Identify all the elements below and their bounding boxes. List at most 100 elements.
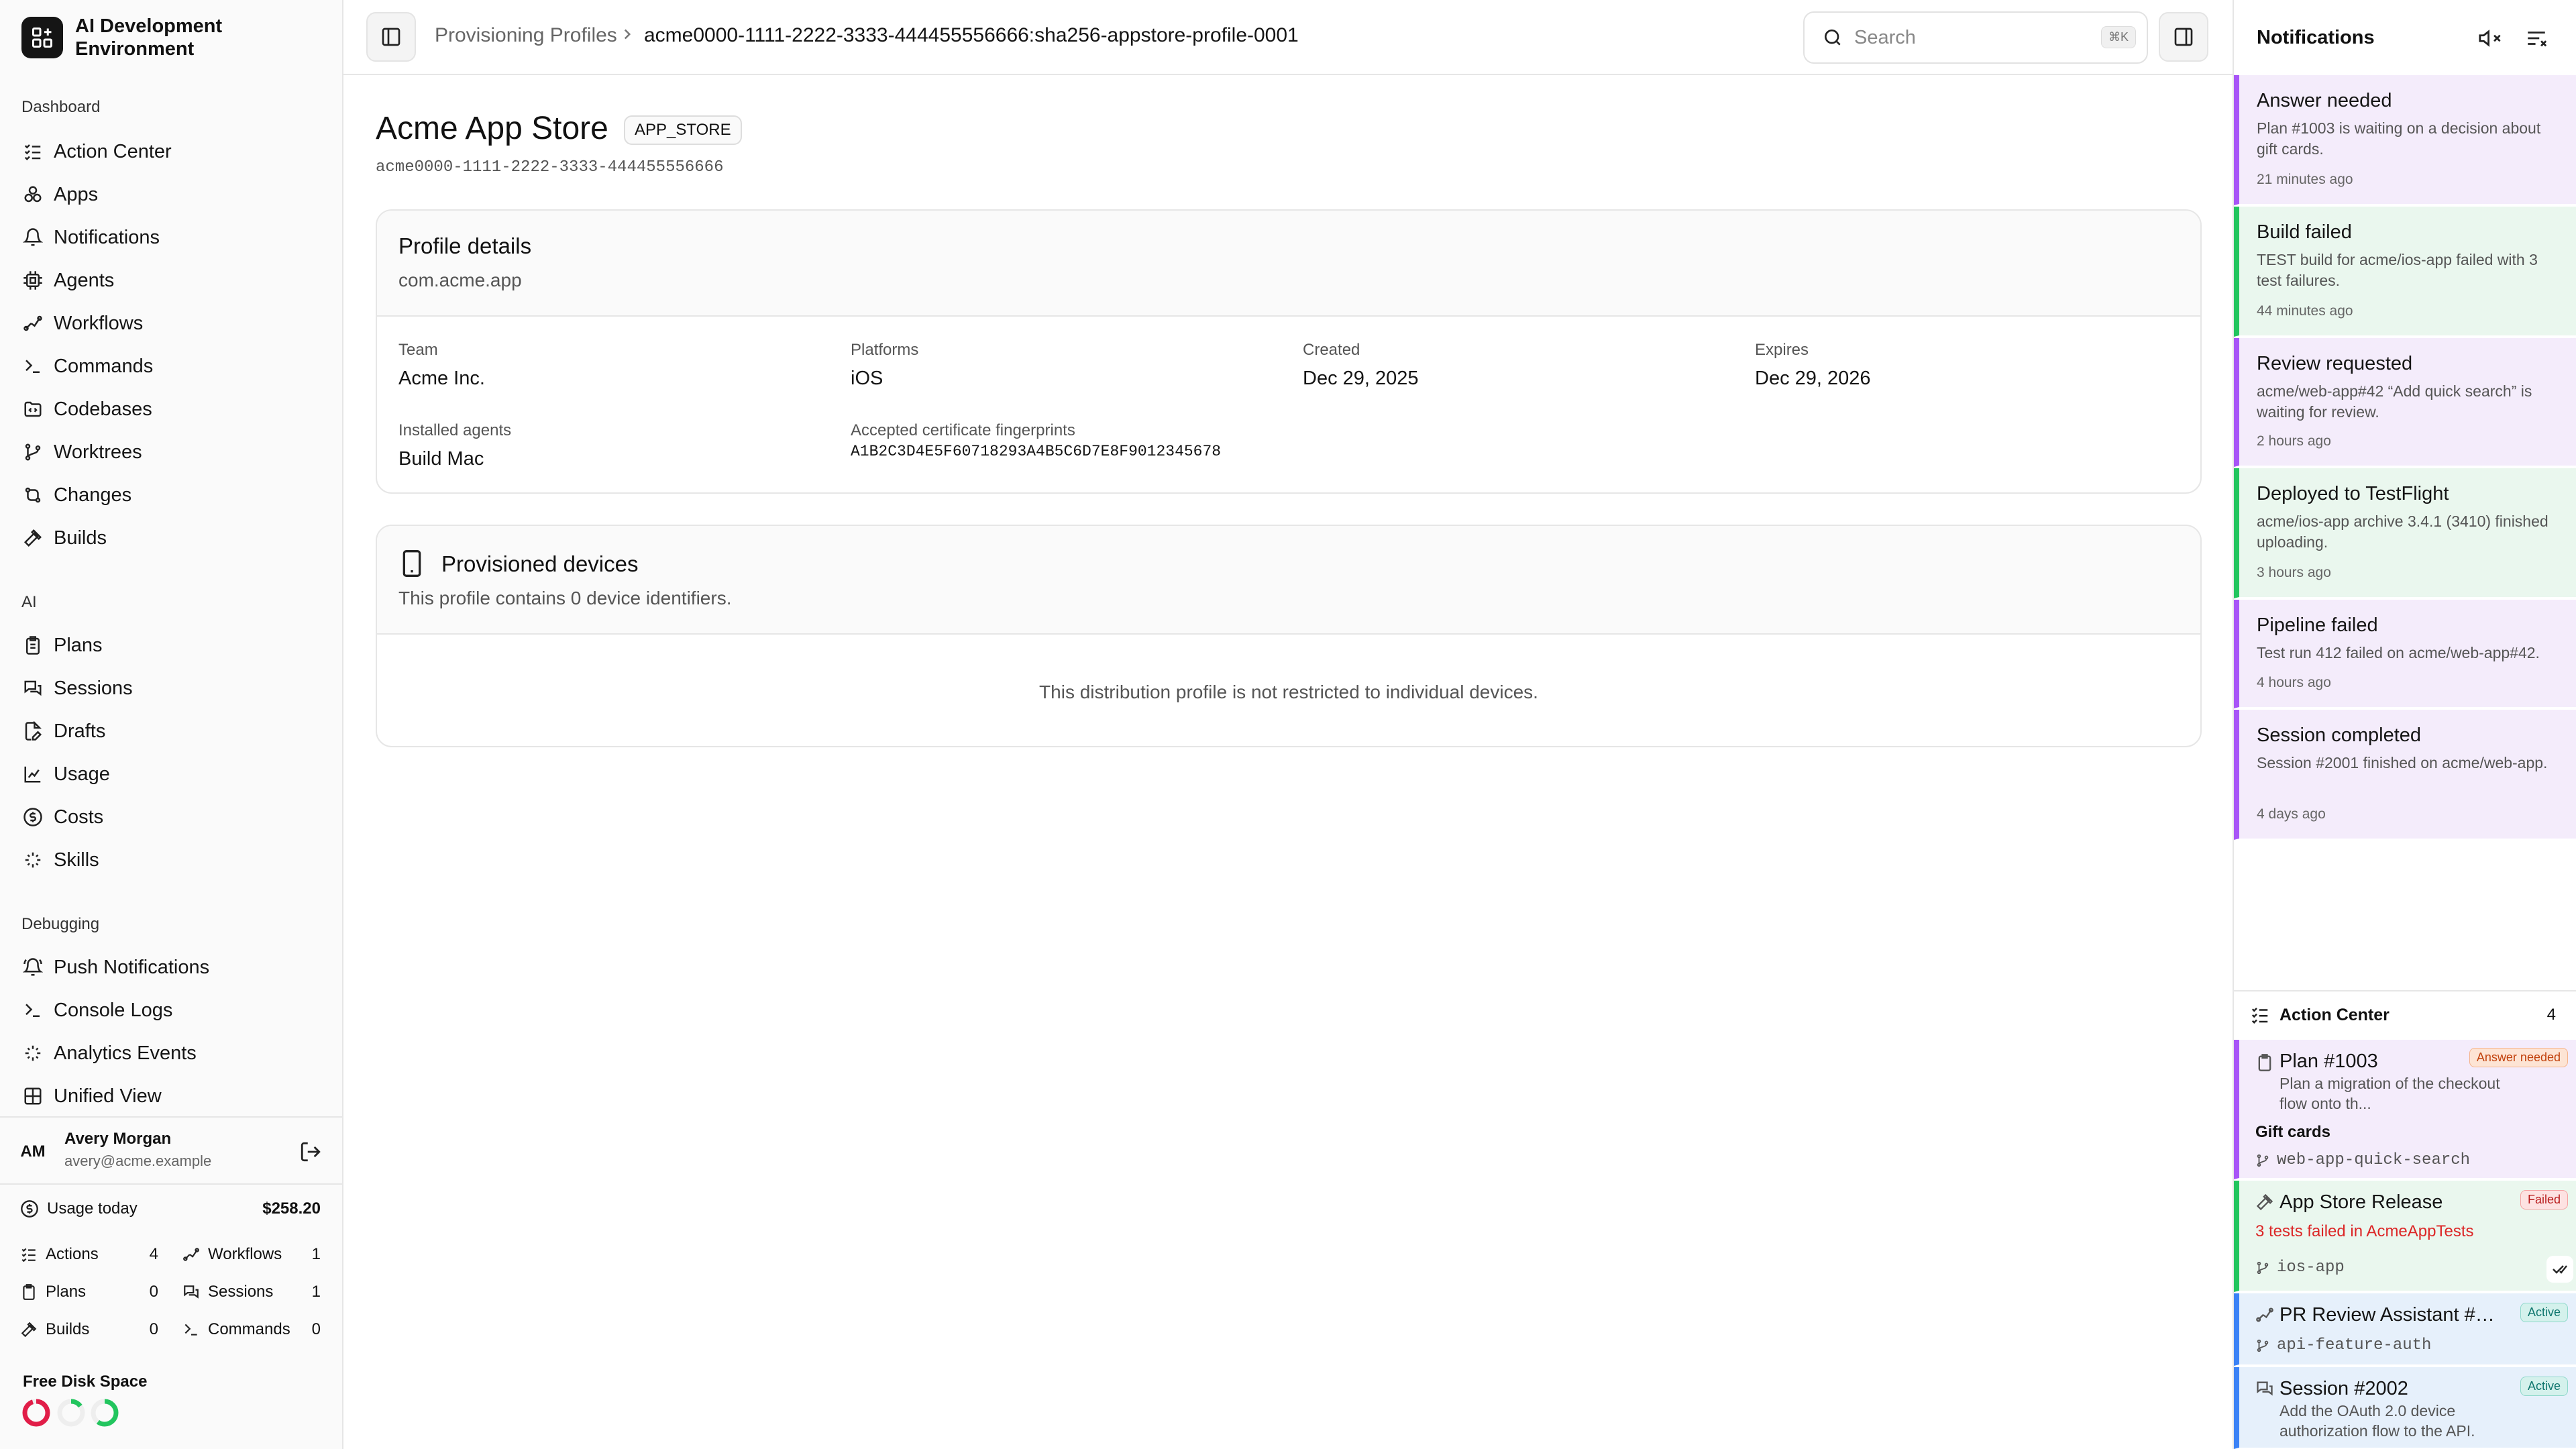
stat-actions[interactable]: Actions 4 <box>20 1245 158 1264</box>
sidebar-item-codebases[interactable]: Codebases <box>21 389 323 429</box>
stat-builds[interactable]: Builds 0 <box>20 1320 158 1339</box>
action-item-plan[interactable]: Plan #1003 Answer needed Plan a migratio… <box>2234 1040 2576 1179</box>
toggle-right-panel-button[interactable] <box>2159 12 2208 62</box>
branch-label: api-feature-auth <box>2255 1336 2431 1354</box>
empty-state-text: This distribution profile is not restric… <box>1039 682 1538 702</box>
status-badge: Answer needed <box>2469 1048 2568 1067</box>
sidebar-item-label: Analytics Events <box>54 1042 197 1064</box>
branch-label: ios-app <box>2255 1258 2345 1277</box>
notification-time: 44 minutes ago <box>2257 303 2353 319</box>
stat-sessions[interactable]: Sessions 1 <box>182 1283 321 1301</box>
search-shortcut: ⌘K <box>2100 26 2136 48</box>
sidebar-item-push-notifications[interactable]: Push Notifications <box>21 947 323 987</box>
notification-item[interactable]: Build failed TEST build for acme/ios-app… <box>2234 207 2576 337</box>
toggle-sidebar-button[interactable] <box>366 12 416 62</box>
main-content: Acme App Store APP_STORE acme0000-1111-2… <box>343 75 2233 1449</box>
stat-commands[interactable]: Commands 0 <box>182 1320 321 1339</box>
notification-body: acme/web-app#42 “Add quick search” is wa… <box>2257 382 2532 421</box>
logout-icon[interactable] <box>299 1140 322 1163</box>
search-input[interactable]: Search ⌘K <box>1803 11 2148 64</box>
sidebar: AI Development Environment Dashboard Act… <box>0 0 343 1449</box>
team-value: Acme Inc. <box>398 368 485 389</box>
agents-value: Build Mac <box>398 448 484 470</box>
chat-icon <box>182 1283 201 1301</box>
notification-item[interactable]: Pipeline failed Test run 412 failed on a… <box>2234 600 2576 708</box>
sidebar-item-sessions[interactable]: Sessions <box>21 668 323 708</box>
card-header: Provisioned devices This profile contain… <box>377 526 2200 635</box>
sidebar-item-worktrees[interactable]: Worktrees <box>21 432 323 472</box>
sidebar-item-action-center[interactable]: Action Center <box>21 131 323 172</box>
action-item-question: Gift cards <box>2255 1123 2331 1141</box>
sidebar-item-usage[interactable]: Usage <box>21 754 323 794</box>
expires-label: Expires <box>1755 341 1809 359</box>
sidebar-item-commands[interactable]: Commands <box>21 346 323 386</box>
sidebar-item-agents[interactable]: Agents <box>21 260 323 301</box>
device-icon <box>398 549 425 578</box>
action-item-build[interactable]: App Store Release Failed 3 tests failed … <box>2234 1181 2576 1292</box>
mute-icon[interactable] <box>2478 27 2501 50</box>
mark-done-icon[interactable] <box>2546 1256 2573 1283</box>
sidebar-item-label: Drafts <box>54 720 106 742</box>
workflow-icon <box>21 312 44 335</box>
sidebar-item-label: Unified View <box>54 1085 162 1107</box>
branch-name: api-feature-auth <box>2277 1336 2432 1354</box>
sidebar-item-analytics-events[interactable]: Analytics Events <box>21 1033 323 1073</box>
sidebar-item-plans[interactable]: Plans <box>21 625 323 665</box>
sidebar-item-costs[interactable]: Costs <box>21 797 323 837</box>
sidebar-item-notifications[interactable]: Notifications <box>21 217 323 258</box>
action-item-workflow[interactable]: PR Review Assistant #4... Active api-fea… <box>2234 1293 2576 1366</box>
chat-icon <box>2255 1379 2274 1398</box>
app-name: AI Development Environment <box>75 15 223 60</box>
sidebar-item-drafts[interactable]: Drafts <box>21 711 323 751</box>
notification-item[interactable]: Session completed Session #2001 finished… <box>2234 710 2576 840</box>
action-item-desc: 3 tests failed in AcmeAppTests <box>2255 1222 2474 1240</box>
branch-name: ios-app <box>2277 1258 2345 1277</box>
sidebar-item-console-logs[interactable]: Console Logs <box>21 990 323 1030</box>
status-badge: Failed <box>2520 1190 2568 1210</box>
profile-id: acme0000-1111-2222-3333-444455556666 <box>376 158 724 176</box>
stat-label: Actions <box>46 1245 99 1263</box>
sidebar-item-apps[interactable]: Apps <box>21 174 323 215</box>
notification-item[interactable]: Deployed to TestFlight acme/ios-app arch… <box>2234 468 2576 598</box>
avatar[interactable]: AM <box>17 1136 48 1167</box>
clear-all-icon[interactable] <box>2525 27 2548 50</box>
notification-time: 3 hours ago <box>2257 565 2331 580</box>
workflow-icon <box>182 1246 201 1263</box>
usage-today: Usage today $258.20 <box>20 1199 321 1218</box>
action-item-session[interactable]: Session #2002 Active Add the OAuth 2.0 d… <box>2234 1367 2576 1449</box>
sidebar-item-changes[interactable]: Changes <box>21 475 323 515</box>
sidebar-item-unified-view[interactable]: Unified View <box>21 1076 323 1116</box>
brand[interactable]: AI Development Environment <box>21 15 250 60</box>
sidebar-item-label: Costs <box>54 806 104 828</box>
search-icon <box>1822 27 1843 48</box>
stat-plans[interactable]: Plans 0 <box>20 1283 158 1301</box>
action-center-title: Action Center <box>2279 1005 2390 1024</box>
stat-label: Plans <box>46 1283 87 1301</box>
sidebar-item-label: Skills <box>54 849 99 871</box>
dollar-icon <box>20 1199 39 1218</box>
devices-count: This profile contains 0 device identifie… <box>398 588 732 608</box>
sidebar-item-label: Push Notifications <box>54 956 210 978</box>
sidebar-item-builds[interactable]: Builds <box>21 518 323 558</box>
sidebar-item-workflows[interactable]: Workflows <box>21 303 323 343</box>
notifications-title: Notifications <box>2257 27 2375 48</box>
sidebar-item-label: Action Center <box>54 140 172 162</box>
stat-workflows[interactable]: Workflows 1 <box>182 1245 321 1264</box>
breadcrumb-parent[interactable]: Provisioning Profiles <box>435 24 617 47</box>
folder-code-icon <box>21 398 44 421</box>
notification-title: Session completed <box>2257 724 2422 746</box>
stat-value: 0 <box>149 1283 158 1301</box>
sidebar-item-skills[interactable]: Skills <box>21 840 323 880</box>
action-center-header[interactable]: Action Center 4 <box>2234 990 2576 1038</box>
notification-title: Build failed <box>2257 221 2352 243</box>
disk-gauge-1 <box>21 1398 51 1428</box>
search-placeholder: Search <box>1854 26 1916 48</box>
apps-icon <box>21 183 44 206</box>
profile-type-badge: APP_STORE <box>624 115 742 145</box>
notification-item[interactable]: Answer needed Plan #1003 is waiting on a… <box>2234 75 2576 205</box>
terminal-icon <box>21 999 44 1022</box>
notification-item[interactable]: Review requested acme/web-app#42 “Add qu… <box>2234 338 2576 467</box>
notification-time: 4 hours ago <box>2257 675 2331 690</box>
action-item-desc: Plan a migration of the checkout flow on… <box>2279 1075 2500 1112</box>
stat-label: Builds <box>46 1320 90 1338</box>
